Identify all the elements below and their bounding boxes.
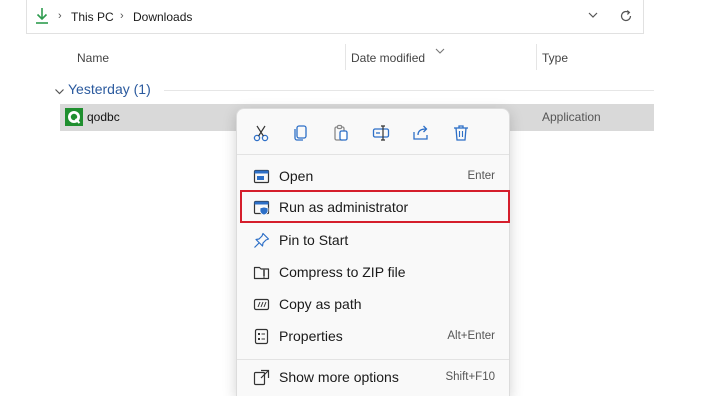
group-label[interactable]: Yesterday (1) [68,81,151,97]
menu-item-label: Pin to Start [279,232,349,248]
more-options-icon [253,369,270,386]
column-header-type[interactable]: Type [542,51,568,65]
pin-icon [253,232,270,249]
menu-item-label: Open [279,168,314,184]
refresh-icon[interactable] [618,8,634,24]
chevron-down-icon[interactable] [586,8,600,22]
delete-icon[interactable] [451,123,471,143]
menu-item-show-more-options[interactable]: Show more options Shift+F10 [241,362,507,392]
context-menu: Open Enter Run as administrator Pin to S… [236,108,510,396]
share-icon[interactable] [411,123,431,143]
breadcrumb-this-pc[interactable]: This PC [71,10,114,24]
file-type: Application [542,110,601,124]
address-bar[interactable]: › This PC › Downloads [26,0,644,34]
menu-item-label: Run as administrator [279,199,409,215]
paste-icon[interactable] [331,123,351,143]
menu-item-open[interactable]: Open Enter [241,161,507,191]
download-icon [34,7,50,25]
cut-icon[interactable] [251,123,271,143]
open-icon [253,168,270,185]
application-icon [65,108,83,126]
menu-item-properties[interactable]: Properties Alt+Enter [241,321,507,351]
chevron-right-icon: › [120,10,124,22]
zip-folder-icon [253,264,270,281]
menu-item-compress-zip[interactable]: Compress to ZIP file [241,257,507,287]
properties-icon [253,328,270,345]
menu-divider [237,154,509,155]
group-collapse-chevron-icon[interactable] [54,83,65,95]
sort-chevron-icon [434,42,446,54]
rename-icon[interactable] [371,123,391,143]
copy-icon[interactable] [291,123,311,143]
column-divider[interactable] [345,44,346,70]
shield-window-icon [253,199,270,216]
menu-item-shortcut: Enter [467,170,496,182]
column-divider[interactable] [536,44,537,70]
file-name[interactable]: qodbc [87,110,120,124]
breadcrumb-downloads[interactable]: Downloads [133,10,192,24]
chevron-right-icon: › [58,10,62,22]
copy-path-icon [253,296,270,313]
group-divider [164,90,654,91]
menu-item-pin-to-start[interactable]: Pin to Start [241,225,507,255]
column-header-name[interactable]: Name [77,51,109,65]
column-header-date-modified[interactable]: Date modified [351,51,425,65]
menu-item-label: Compress to ZIP file [279,264,406,280]
menu-item-copy-as-path[interactable]: Copy as path [241,289,507,319]
menu-item-label: Copy as path [279,296,362,312]
menu-item-label: Properties [279,328,343,344]
menu-item-label: Show more options [279,369,399,385]
menu-item-shortcut: Shift+F10 [445,371,495,383]
menu-divider [237,359,509,360]
menu-item-run-as-administrator[interactable]: Run as administrator [240,190,510,223]
menu-item-shortcut: Alt+Enter [447,330,495,342]
